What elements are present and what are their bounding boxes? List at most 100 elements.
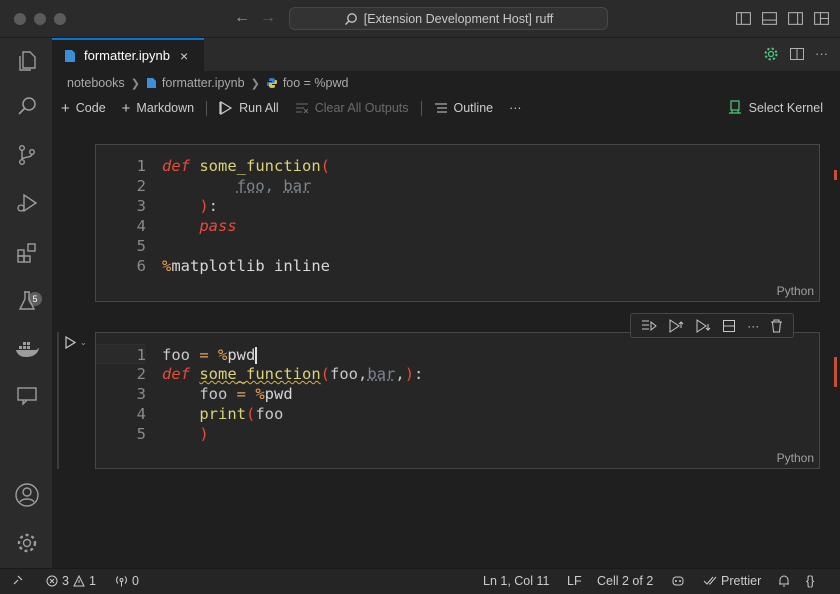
split-cell-icon[interactable] xyxy=(722,319,736,333)
toggle-secondary-sidebar-icon[interactable] xyxy=(787,10,804,27)
remote-explorer-icon[interactable] xyxy=(14,383,40,409)
prettier-indicator[interactable]: Prettier xyxy=(703,574,761,588)
split-editor-icon[interactable] xyxy=(789,46,805,62)
accounts-icon[interactable] xyxy=(14,482,40,508)
chevron-down-icon[interactable]: ⌄ xyxy=(80,338,87,347)
copilot-indicator[interactable] xyxy=(671,574,685,587)
run-and-debug-icon[interactable] xyxy=(14,190,40,216)
extensions-icon[interactable] xyxy=(14,240,40,266)
delete-cell-trash-icon[interactable] xyxy=(770,319,783,333)
add-code-cell-button[interactable]: + Code xyxy=(61,100,106,117)
select-kernel-button[interactable]: Select Kernel xyxy=(728,100,823,115)
select-kernel-label: Select Kernel xyxy=(748,100,823,115)
code-token: foo xyxy=(236,177,265,195)
notifications-indicator[interactable] xyxy=(778,574,790,587)
code-token: ) xyxy=(199,425,209,443)
outline-button[interactable]: Outline xyxy=(434,101,493,115)
search-view-icon[interactable] xyxy=(14,94,40,120)
code-line[interactable]: 1 foo = %pwd xyxy=(96,344,258,364)
code-token: foo xyxy=(162,346,190,364)
code-text[interactable]: foo, bar xyxy=(162,176,312,196)
problems-indicator[interactable]: 3 1 xyxy=(46,574,96,588)
close-tab-icon[interactable]: × xyxy=(180,48,188,64)
window-title: [Extension Development Host] ruff xyxy=(363,11,554,26)
code-line[interactable]: 1 def some_function( xyxy=(96,156,330,176)
code-token: ( xyxy=(320,365,331,383)
minimize-window-button[interactable] xyxy=(34,13,46,25)
docker-icon[interactable] xyxy=(14,336,40,362)
breadcrumb-cell[interactable]: foo = %pwd xyxy=(283,76,349,90)
code-cell-2[interactable]: 1 foo = %pwd 2 def some_function(foo,bar,):… xyxy=(95,332,820,469)
add-markdown-cell-button[interactable]: + Markdown xyxy=(122,100,194,117)
code-line[interactable]: 4 print(foo xyxy=(96,404,284,424)
code-text[interactable]: ): xyxy=(162,196,218,216)
code-text[interactable]: ) xyxy=(162,424,209,444)
tab-label: formatter.ipynb xyxy=(84,48,170,63)
explorer-icon[interactable] xyxy=(14,48,40,74)
cell-more-actions-icon[interactable]: ··· xyxy=(747,319,759,333)
code-line[interactable]: 2 foo, bar xyxy=(96,176,312,196)
code-token: ) xyxy=(199,197,209,215)
code-text[interactable]: def some_function( xyxy=(162,156,330,176)
code-text[interactable]: foo = %pwd xyxy=(162,345,258,365)
toggle-panel-icon[interactable] xyxy=(761,10,778,27)
forward-arrow-icon[interactable]: → xyxy=(260,9,276,27)
code-line[interactable]: 3 ): xyxy=(96,196,218,216)
code-line[interactable]: 6 %matplotlib inline xyxy=(96,256,330,276)
manage-gear-icon[interactable] xyxy=(14,530,40,556)
code-cell-1[interactable]: 1 def some_function(2 foo, bar 3 ): 4 pass 5… xyxy=(95,144,820,302)
cell-1-code[interactable]: 1 def some_function(2 foo, bar 3 ): 4 pass 5… xyxy=(96,156,330,276)
breadcrumb-folder[interactable]: notebooks xyxy=(67,76,125,90)
run-all-button[interactable]: Run All xyxy=(219,101,279,115)
cell-2-code[interactable]: 1 foo = %pwd 2 def some_function(foo,bar,):… xyxy=(96,344,424,444)
clear-all-outputs-button[interactable]: Clear All Outputs xyxy=(295,101,409,115)
tab-formatter-ipynb[interactable]: formatter.ipynb × xyxy=(52,38,204,71)
execute-above-cells-icon[interactable] xyxy=(668,318,684,333)
code-line[interactable]: 4 pass xyxy=(96,216,237,236)
close-window-button[interactable] xyxy=(14,13,26,25)
command-center[interactable]: [Extension Development Host] ruff xyxy=(289,7,608,30)
execute-below-cells-icon[interactable] xyxy=(695,318,711,333)
cursor-position[interactable]: Ln 1, Col 11 xyxy=(483,574,549,588)
cell-1-language[interactable]: Python xyxy=(777,284,814,298)
outline-list-icon xyxy=(434,103,447,113)
ports-indicator[interactable]: 0 xyxy=(115,574,139,588)
code-line[interactable]: 5 xyxy=(96,236,146,256)
cell-2-language[interactable]: Python xyxy=(777,451,814,465)
code-text[interactable]: pass xyxy=(162,216,236,236)
code-token: = xyxy=(190,346,218,364)
code-line[interactable]: 5 ) xyxy=(96,424,209,444)
add-markdown-label: Markdown xyxy=(136,101,195,115)
line-number: 6 xyxy=(136,257,146,275)
code-token: bar xyxy=(367,365,396,383)
code-text[interactable]: def some_function(foo,bar,): xyxy=(162,364,423,384)
cell-indicator[interactable]: Cell 2 of 2 xyxy=(597,574,653,588)
code-token: print xyxy=(199,405,246,423)
execute-above-icon[interactable] xyxy=(641,319,657,333)
code-text[interactable]: foo = %pwd xyxy=(162,384,292,404)
testing-icon[interactable] xyxy=(14,288,40,314)
code-line[interactable]: 3 foo = %pwd xyxy=(96,384,293,404)
code-line[interactable]: 2 def some_function(foo,bar,): xyxy=(96,364,424,384)
back-arrow-icon[interactable]: ← xyxy=(234,9,250,27)
breadcrumb-file[interactable]: formatter.ipynb xyxy=(162,76,245,90)
chevron-right-icon: ❯ xyxy=(130,77,140,90)
more-actions-icon[interactable]: ··· xyxy=(815,46,828,62)
notebook-settings-gear-icon[interactable] xyxy=(763,46,779,62)
toolbar-more-button[interactable]: ··· xyxy=(509,101,522,115)
code-token: ( xyxy=(320,157,331,175)
customize-layout-icon[interactable] xyxy=(813,10,830,27)
maximize-window-button[interactable] xyxy=(54,13,66,25)
source-control-icon[interactable] xyxy=(14,142,40,168)
notebook-file-icon xyxy=(146,78,156,88)
language-mode-indicator[interactable]: {} xyxy=(806,574,814,588)
remote-indicator[interactable] xyxy=(12,574,24,586)
code-text[interactable]: %matplotlib inline xyxy=(162,256,330,276)
end-of-line[interactable]: LF xyxy=(567,574,582,588)
toggle-primary-sidebar-icon[interactable] xyxy=(735,10,752,27)
run-all-icon xyxy=(219,101,233,115)
run-cell-button[interactable]: ⌄ xyxy=(64,336,87,349)
code-text[interactable]: print(foo xyxy=(162,404,283,424)
